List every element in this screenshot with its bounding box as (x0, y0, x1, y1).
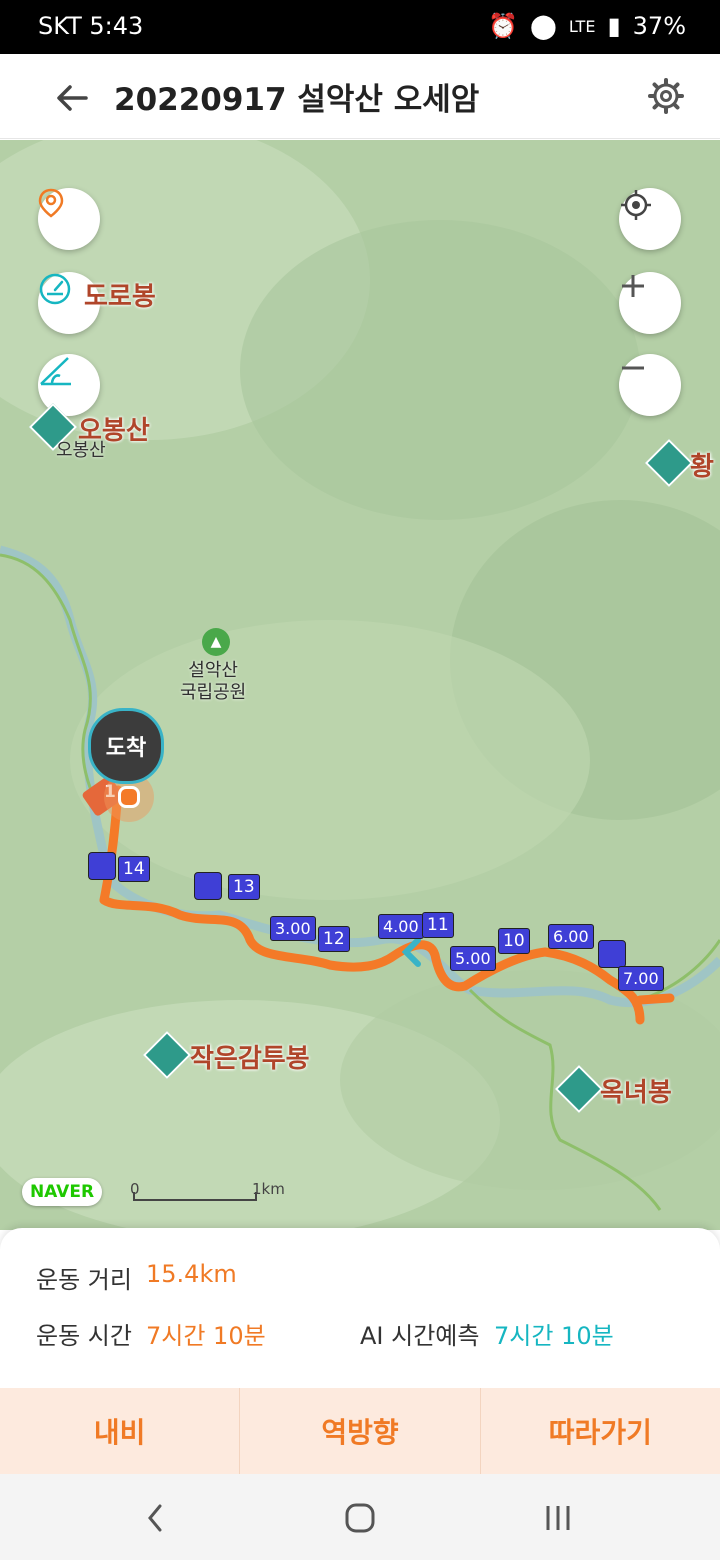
back-arrow-icon[interactable] (52, 78, 92, 118)
track-marker-7[interactable]: 7.00 (618, 966, 664, 991)
track-marker-4[interactable]: 4.00 (378, 914, 424, 939)
track-marker-12[interactable]: 12 (318, 926, 350, 952)
scale-zero: 0 (130, 1180, 140, 1198)
zoom-out-button[interactable] (619, 354, 681, 416)
track-marker-14[interactable]: 14 (118, 856, 150, 882)
action-bar: 내비 역방향 따라가기 (0, 1388, 720, 1474)
nav-recents-icon[interactable] (536, 1496, 580, 1540)
location-pin-icon (38, 188, 64, 218)
status-bar: SKT 5:43 ⏰ ⬤ LTE ▮ 37% (0, 0, 720, 54)
plus-icon (622, 275, 644, 297)
park-label: 설악산 국립공원 (180, 660, 246, 704)
minus-icon (622, 366, 644, 370)
peak-label-doro: 도로봉 (84, 282, 156, 312)
arrival-bubble[interactable]: 도착 (88, 708, 164, 784)
status-icons: ⏰ ⬤ LTE ▮ 37% (488, 12, 686, 40)
location-icon: ⬤ (529, 12, 557, 40)
track-marker-6[interactable]: 6.00 (548, 924, 594, 949)
crosshair-icon (621, 190, 651, 220)
follow-button[interactable]: 따라가기 (481, 1388, 720, 1474)
system-nav-bar (0, 1474, 720, 1560)
track-marker-11[interactable]: 11 (422, 912, 454, 938)
reverse-button[interactable]: 역방향 (240, 1388, 481, 1474)
peak-label-jageun: 작은감투봉 (190, 1044, 310, 1074)
nav-home-icon[interactable] (338, 1496, 382, 1540)
track-marker-13[interactable]: 13 (228, 874, 260, 900)
peak-sublabel-obong: 오봉산 (56, 440, 106, 461)
battery-percent: 37% (632, 12, 686, 40)
page-title: 20220917 설악산 오세암 (114, 82, 480, 118)
slope-icon (40, 357, 71, 386)
track-marker[interactable] (194, 872, 222, 900)
settings-gear-icon[interactable] (646, 76, 686, 116)
ai-label: AI 시간예측 (360, 1322, 480, 1350)
time-value: 7시간 10분 (146, 1322, 266, 1350)
signal-icon: ▮ (607, 12, 621, 40)
app-bar: 20220917 설악산 오세암 (0, 54, 720, 139)
time-label: 운동 시간 (36, 1322, 132, 1350)
track-marker-5[interactable]: 5.00 (450, 946, 496, 971)
scale-km: 1km (252, 1180, 285, 1198)
navi-button[interactable]: 내비 (0, 1388, 241, 1474)
carrier-time: SKT 5:43 (38, 12, 144, 40)
network-label: LTE (568, 16, 596, 36)
peak-label-okn: 옥녀봉 (600, 1078, 672, 1108)
my-location-button[interactable] (619, 188, 681, 250)
nav-back-icon[interactable] (134, 1496, 178, 1540)
alarm-icon: ⏰ (488, 12, 518, 40)
park-label-line1: 설악산 (188, 660, 238, 681)
place-pin-button[interactable] (38, 188, 100, 250)
park-icon: ▲ (202, 628, 230, 656)
track-marker[interactable] (598, 940, 626, 968)
track-marker[interactable] (88, 852, 116, 880)
zoom-in-button[interactable] (619, 272, 681, 334)
track-marker-3[interactable]: 3.00 (270, 916, 316, 941)
stats-sheet: 운동 거리 15.4km 운동 시간 7시간 10분 AI 시간예측 7시간 1… (0, 1228, 720, 1474)
distance-value: 15.4km (146, 1260, 237, 1288)
map-view[interactable]: 14 13 3.00 12 4.00 11 5.00 10 6.00 7.00 … (0, 140, 720, 1230)
distance-label: 운동 거리 (36, 1266, 132, 1294)
peak-label-hwang: 황 (690, 452, 714, 482)
track-marker-10[interactable]: 10 (498, 928, 530, 954)
naver-logo: NAVER (22, 1178, 102, 1206)
ai-value: 7시간 10분 (494, 1322, 614, 1350)
park-label-line2: 국립공원 (180, 682, 247, 703)
speedometer-icon (39, 273, 71, 305)
current-location-center (118, 786, 140, 808)
